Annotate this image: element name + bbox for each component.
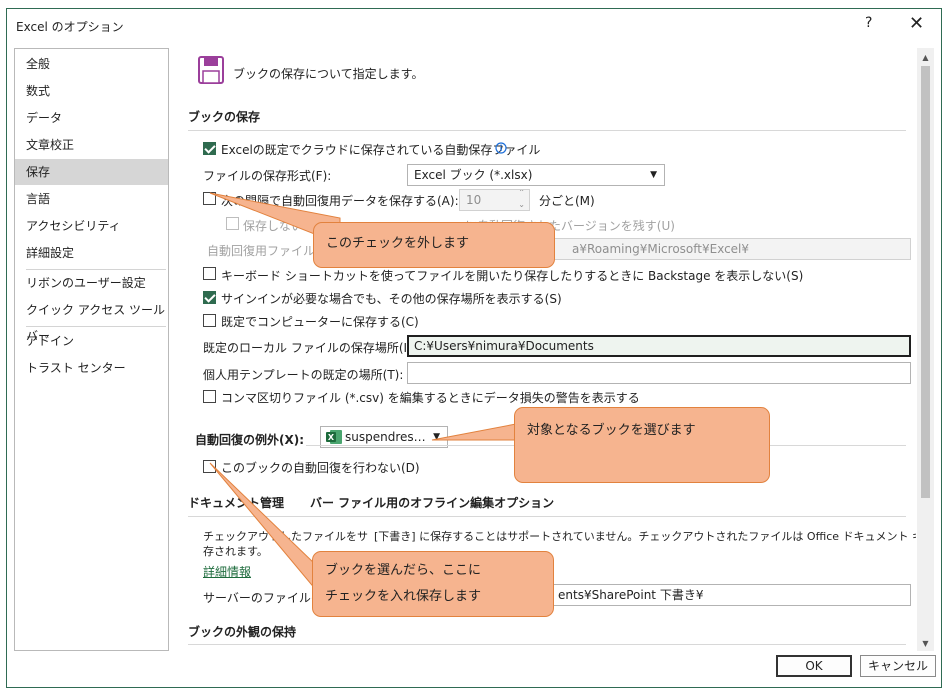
file-format-label: ファイルの保存形式(F): <box>203 169 332 183</box>
sidebar-item-formulas[interactable]: 数式 <box>15 78 168 104</box>
callout-uncheck: このチェックを外します <box>313 222 555 268</box>
title-bar: Excel のオプション ? ✕ <box>7 9 941 41</box>
default-local-location-field[interactable]: C:¥Users¥nimura¥Documents <box>407 335 911 357</box>
disable-autorecover-label: このブックの自動回復を行わない(D) <box>221 461 420 475</box>
autorecover-minutes-spinner[interactable]: 10 ⌃ ⌄ <box>459 189 530 211</box>
sidebar-item-language[interactable]: 言語 <box>15 186 168 212</box>
csv-warning-label: コンマ区切りファイル (*.csv) を編集するときにデータ損失の警告を表示する <box>221 391 640 405</box>
sidebar-item-accessibility[interactable]: アクセシビリティ <box>15 213 168 239</box>
csv-warning-checkbox[interactable] <box>203 390 216 403</box>
save-to-computer-checkbox[interactable] <box>203 314 216 327</box>
autorecover-interval-label: 次の間隔で自動回復用データを保存する(A): <box>221 194 459 208</box>
section-divider <box>188 644 906 645</box>
autosave-cloud-checkbox[interactable] <box>203 142 216 155</box>
scroll-down-icon[interactable]: ▼ <box>917 636 934 651</box>
keep-last-version-checkbox[interactable] <box>226 217 239 230</box>
close-button[interactable]: ✕ <box>909 13 924 34</box>
offline-text-end: [下書き] に保存することはサポートされていません。チェックアウトされたファイル… <box>374 530 916 543</box>
info-icon[interactable] <box>495 142 507 154</box>
chevron-down-icon: ▼ <box>433 432 440 442</box>
cancel-button[interactable]: キャンセル <box>860 655 936 677</box>
backstage-label: キーボード ショートカットを使ってファイルを開いたり保存したりするときに Bac… <box>221 269 804 283</box>
vertical-scrollbar[interactable]: ▲ ▼ <box>917 48 934 651</box>
callout-uncheck-text: このチェックを外します <box>326 236 470 251</box>
sidebar-divider <box>26 326 166 327</box>
server-drafts-value: ents¥SharePoint 下書き¥ <box>558 588 704 602</box>
more-info-link[interactable]: 詳細情報 <box>203 563 251 580</box>
autorecover-exceptions-label: 自動回復の例外(X): <box>195 433 305 447</box>
backstage-checkbox[interactable] <box>203 267 216 280</box>
section-appearance: ブックの外観の保持 <box>188 625 297 639</box>
callout-check-save-line2: チェックを入れ保存します <box>325 589 482 604</box>
autorecover-interval-checkbox[interactable] <box>203 192 216 205</box>
sidebar-item-data[interactable]: データ <box>15 105 168 131</box>
autorecover-minutes-value: 10 <box>466 193 482 207</box>
help-button[interactable]: ? <box>865 15 872 31</box>
callout-check-save: ブックを選んだら、ここに チェックを入れ保存します <box>312 551 554 617</box>
section-divider <box>188 130 906 131</box>
file-format-value: Excel ブック (*.xlsx) <box>414 168 533 182</box>
file-format-dropdown[interactable]: Excel ブック (*.xlsx) ▼ <box>407 164 665 186</box>
section-divider <box>188 516 906 517</box>
save-to-computer-label: 既定でコンピューターに保存する(C) <box>221 315 419 329</box>
template-location-label: 個人用テンプレートの既定の場所(T): <box>203 368 404 382</box>
window-title: Excel のオプション <box>16 20 124 34</box>
sidebar-item-customize-ribbon[interactable]: リボンのユーザー設定 <box>15 270 168 296</box>
offline-text-start: チェックアウトしたファイルをサ <box>203 530 368 543</box>
signin-locations-checkbox[interactable] <box>203 291 216 304</box>
sidebar-item-quick-access-toolbar[interactable]: クイック アクセス ツール バー <box>15 297 168 343</box>
section-book-save: ブックの保存 <box>188 110 261 124</box>
sidebar-item-trust-center[interactable]: トラスト センター <box>15 355 168 381</box>
offline-section-title-end: バー ファイル用のオフライン編集オプション <box>310 496 555 510</box>
svg-text:X: X <box>328 433 335 442</box>
spinner-arrows-icon[interactable]: ⌃ ⌄ <box>518 190 525 210</box>
category-sidebar: 全般 数式 データ 文章校正 保存 言語 アクセシビリティ 詳細設定 リボンのユ… <box>14 48 169 651</box>
sidebar-item-save[interactable]: 保存 <box>15 159 168 185</box>
callout-select-book: 対象となるブックを選びます <box>514 407 770 483</box>
scrollbar-thumb[interactable] <box>921 66 930 498</box>
disable-autorecover-checkbox[interactable] <box>203 460 216 473</box>
intro-text: ブックの保存について指定します。 <box>233 67 424 81</box>
offline-section-title-start: ドキュメント管理 <box>188 496 285 510</box>
sidebar-item-proofing[interactable]: 文章校正 <box>15 132 168 158</box>
offline-text-line2: 存されます。 <box>203 545 268 558</box>
template-location-field[interactable] <box>407 362 911 384</box>
chevron-down-icon: ▼ <box>650 170 657 180</box>
sidebar-item-add-ins[interactable]: アドイン <box>15 328 168 354</box>
default-local-location-label: 既定のローカル ファイルの保存場所(I): <box>203 341 416 355</box>
ok-button[interactable]: OK <box>776 655 852 677</box>
signin-locations-label: サインインが必要な場合でも、その他の保存場所を表示する(S) <box>221 292 562 306</box>
minutes-unit-label: 分ごと(M) <box>539 194 595 208</box>
autorecover-location-value: a¥Roaming¥Microsoft¥Excel¥ <box>572 242 750 256</box>
scroll-up-icon[interactable]: ▲ <box>917 50 934 65</box>
default-local-location-value: C:¥Users¥nimura¥Documents <box>414 339 594 353</box>
excel-icon: X <box>326 430 342 444</box>
callout-select-book-text: 対象となるブックを選びます <box>527 423 696 438</box>
exceptions-workbook-value: suspendres… <box>345 430 426 444</box>
autosave-cloud-label: Excelの既定でクラウドに保存されている自動保存ファイル <box>221 143 541 157</box>
save-floppy-icon <box>198 56 224 84</box>
sidebar-item-general[interactable]: 全般 <box>15 51 168 77</box>
sidebar-item-advanced[interactable]: 詳細設定 <box>15 240 168 266</box>
callout-check-save-line1: ブックを選んだら、ここに <box>325 563 482 578</box>
